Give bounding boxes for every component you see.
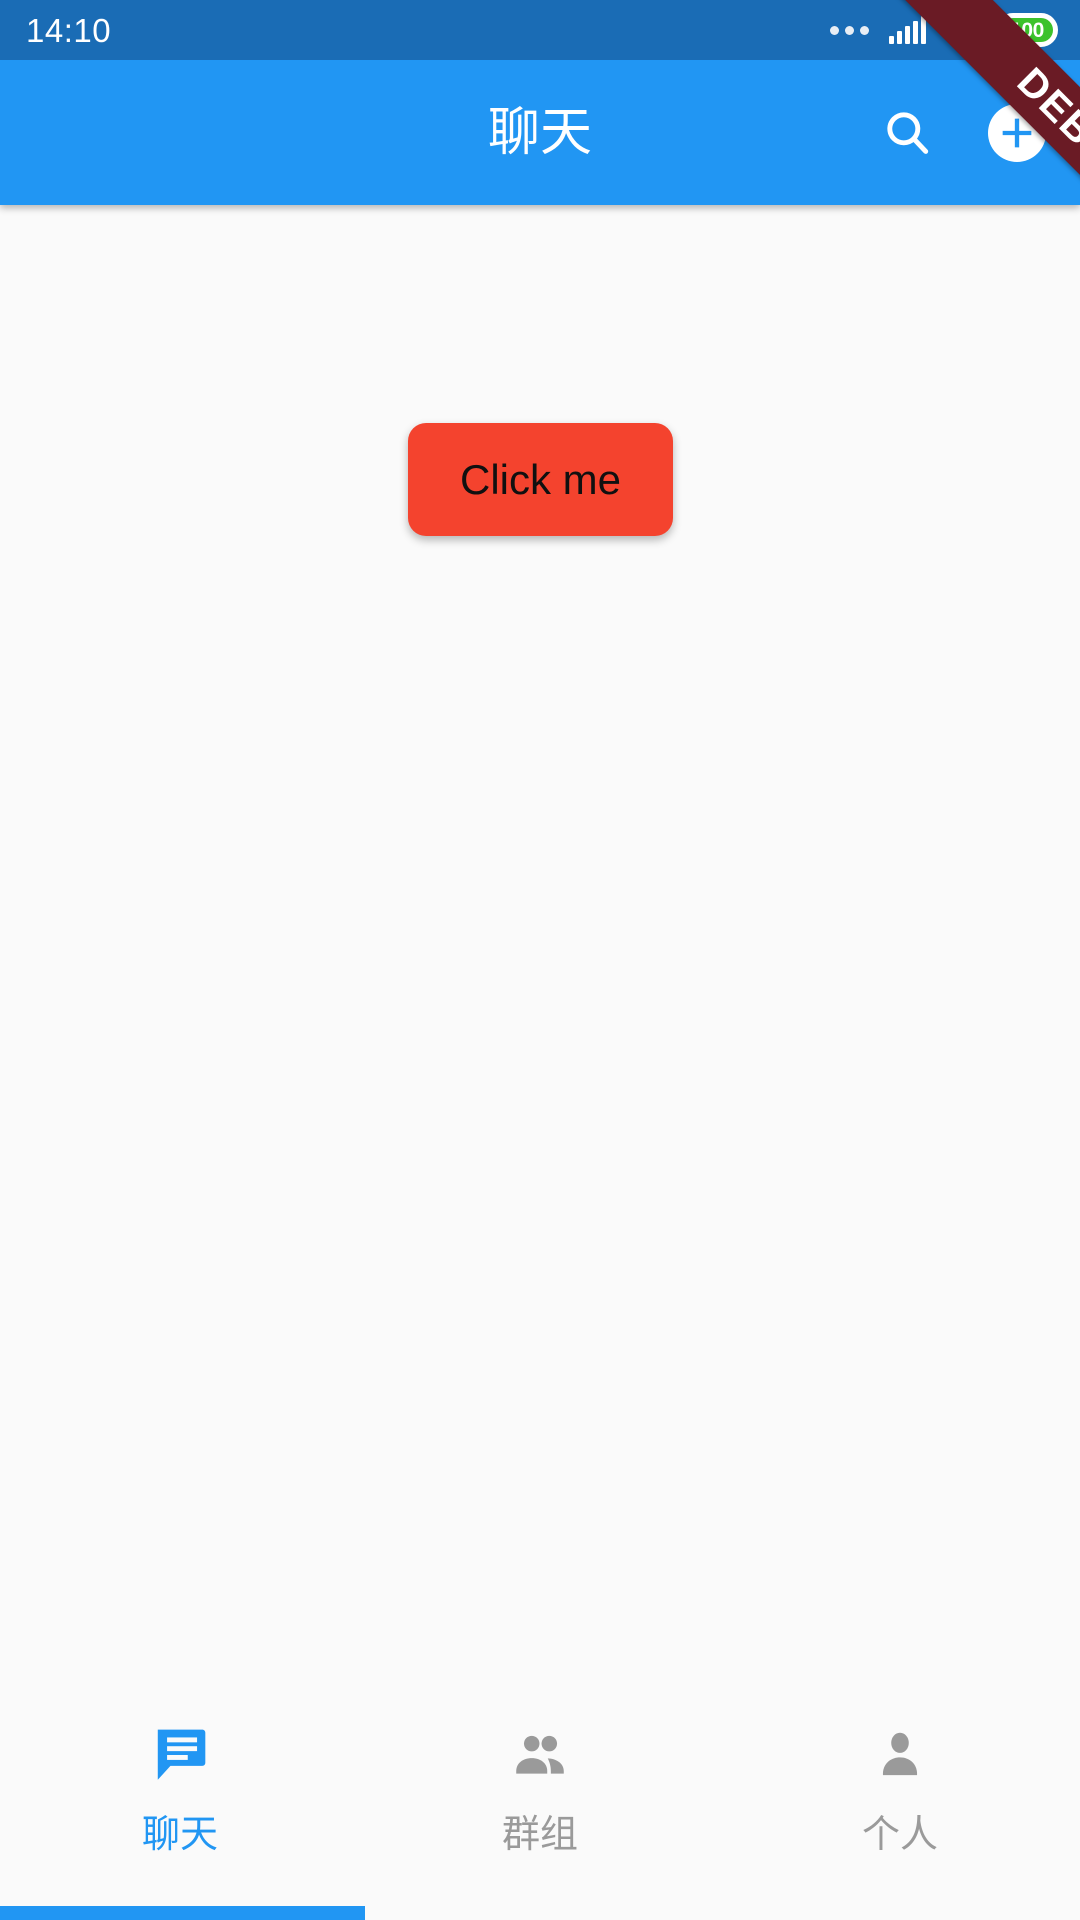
plus-icon xyxy=(1002,118,1032,147)
more-dots-icon xyxy=(830,25,869,35)
status-bar-icons: 100 xyxy=(830,13,1058,47)
wifi-icon xyxy=(942,15,980,45)
bottom-progress-bar xyxy=(0,1906,1080,1920)
app-bar-actions xyxy=(880,103,1046,162)
battery-icon: 100 xyxy=(996,13,1058,47)
bottom-progress-fill xyxy=(0,1906,366,1920)
status-bar: 14:10 100 xyxy=(0,0,1080,60)
phone-screen: 14:10 100 聊天 Click me 聊天 群组 个人 xyxy=(0,0,1080,1920)
cellular-signal-icon xyxy=(889,16,926,44)
app-bar: 聊天 xyxy=(0,60,1080,205)
click-me-button[interactable]: Click me xyxy=(408,423,673,536)
status-bar-clock: 14:10 xyxy=(26,11,112,49)
nav-label-personal: 个人 xyxy=(861,1814,938,1856)
bottom-navigation-bar: 聊天 群组 个人 xyxy=(0,1698,1080,1920)
nav-label-groups: 群组 xyxy=(501,1814,578,1856)
person-icon xyxy=(869,1724,931,1786)
main-content-area: Click me xyxy=(0,205,1080,1698)
search-icon[interactable] xyxy=(880,105,936,161)
add-chat-button[interactable] xyxy=(988,103,1046,162)
battery-level-label: 100 xyxy=(1010,18,1044,42)
chat-bubble-icon xyxy=(149,1724,211,1786)
nav-item-groups[interactable]: 群组 xyxy=(360,1724,720,1854)
people-icon xyxy=(509,1724,571,1786)
nav-label-chat: 聊天 xyxy=(141,1814,218,1856)
nav-item-personal[interactable]: 个人 xyxy=(720,1724,1080,1854)
nav-item-chat[interactable]: 聊天 xyxy=(0,1724,360,1854)
